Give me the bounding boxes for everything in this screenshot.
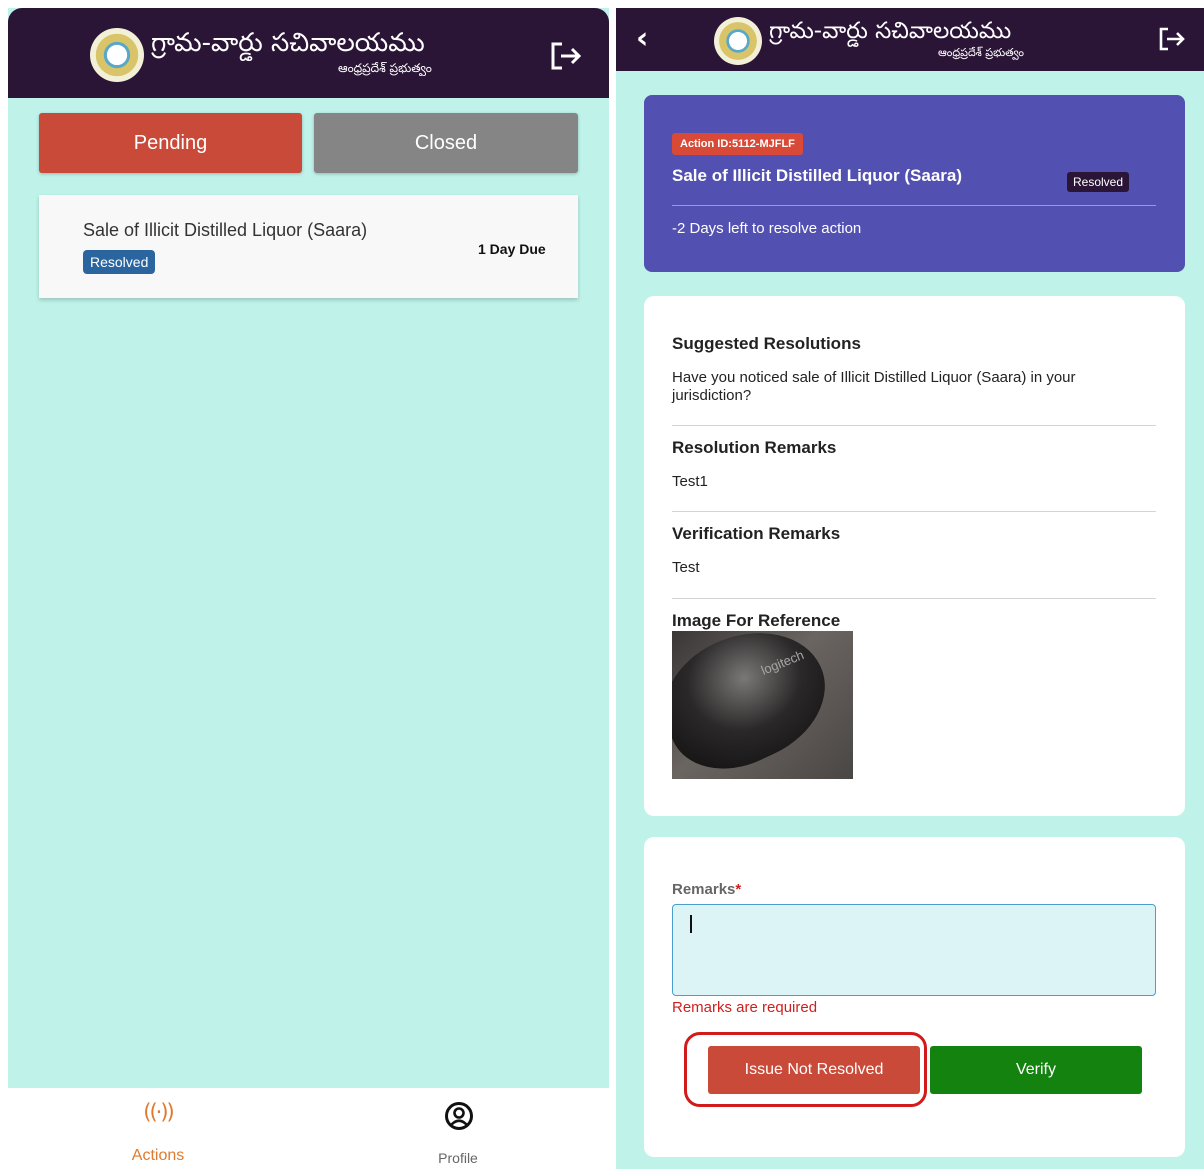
suggested-resolutions-heading: Suggested Resolutions	[672, 334, 861, 353]
issue-not-resolved-button[interactable]: Issue Not Resolved	[708, 1046, 920, 1094]
verification-remarks-heading: Verification Remarks	[672, 524, 841, 543]
tab-closed-label: Closed	[414, 131, 478, 154]
logout-icon[interactable]	[1157, 26, 1187, 52]
brand-title: గ్రామ-వార్డు సచివాలయము	[151, 28, 425, 58]
required-mark: *	[735, 881, 742, 898]
status-badge: Resolved	[1067, 172, 1130, 192]
emblem-icon	[90, 28, 144, 82]
action-list-item[interactable]: Sale of Illicit Distilled Liquor (Saara)…	[39, 195, 578, 298]
brand-subtitle: ఆంధ్రప్రదేశ్ ప్రభుత్వం	[338, 61, 432, 75]
app-bar: గ్రామ-వార్డు సచివాలయము ఆంధ్రప్రదేశ్ ప్రభ…	[8, 8, 609, 98]
action-id-badge: Action ID:5112-MJFLF	[672, 133, 803, 155]
action-list-screen: గ్రామ-వార్డు సచివాలయము ఆంధ్రప్రదేశ్ ప్రభ…	[8, 8, 609, 1169]
bottom-navigation: ((·)) Actions Profile	[8, 1088, 609, 1169]
nav-profile-label: Profile	[438, 1150, 478, 1166]
remarks-label-text: Remarks	[672, 881, 736, 898]
days-left-text: -2 Days left to resolve action	[672, 220, 862, 237]
tab-closed[interactable]: Closed	[314, 113, 578, 173]
logout-icon[interactable]	[549, 41, 583, 71]
nav-item-profile[interactable]: Profile	[408, 1098, 508, 1166]
nav-item-actions[interactable]: ((·)) Actions	[108, 1098, 208, 1166]
text-cursor	[690, 915, 692, 933]
brand-subtitle: ఆంధ్రప్రదేశ్ ప్రభుత్వం	[938, 46, 1025, 59]
broadcast-icon: ((·))	[143, 1100, 174, 1124]
status-badge: Resolved	[83, 250, 156, 274]
action-summary-card: Action ID:5112-MJFLF Sale of Illicit Dis…	[644, 95, 1185, 272]
verify-label: Verify	[1015, 1061, 1056, 1078]
image-reference-heading: Image For Reference	[672, 611, 841, 630]
remarks-input[interactable]	[672, 904, 1156, 996]
remarks-form-card: Remarks* Remarks are required Issue Not …	[644, 837, 1185, 1157]
section-divider	[672, 598, 1156, 599]
profile-icon	[445, 1102, 473, 1130]
mouse-shape	[672, 631, 846, 779]
summary-divider	[672, 205, 1156, 206]
action-item-title: Sale of Illicit Distilled Liquor (Saara)	[83, 220, 368, 240]
due-label: 1 Day Due	[478, 241, 546, 257]
reference-image[interactable]: logitech	[672, 631, 853, 779]
action-detail-screen: ‹ గ్రామ-వార్డు సచివాలయము ఆంధ్రప్రదేశ్ ప్…	[616, 8, 1204, 1169]
tab-pending[interactable]: Pending	[39, 113, 302, 173]
back-icon[interactable]: ‹	[636, 21, 648, 56]
verification-remarks-text: Test	[672, 559, 700, 576]
remarks-label: Remarks*	[672, 881, 741, 898]
action-title: Sale of Illicit Distilled Liquor (Saara)	[672, 166, 963, 185]
resolution-remarks-text: Test1	[672, 473, 708, 490]
section-divider	[672, 425, 1156, 426]
verify-button[interactable]: Verify	[930, 1046, 1142, 1094]
emblem-icon	[714, 17, 762, 65]
nav-actions-label: Actions	[131, 1147, 185, 1164]
app-bar: ‹ గ్రామ-వార్డు సచివాలయము ఆంధ్రప్రదేశ్ ప్…	[616, 8, 1204, 71]
remarks-error: Remarks are required	[672, 999, 818, 1016]
resolution-remarks-heading: Resolution Remarks	[672, 438, 837, 457]
section-divider	[672, 511, 1156, 512]
suggested-resolutions-text: Have you noticed sale of Illicit Distill…	[672, 369, 1076, 404]
tab-pending-label: Pending	[133, 131, 208, 154]
details-card: Suggested Resolutions Have you noticed s…	[644, 296, 1185, 816]
issue-not-resolved-label: Issue Not Resolved	[744, 1061, 884, 1078]
